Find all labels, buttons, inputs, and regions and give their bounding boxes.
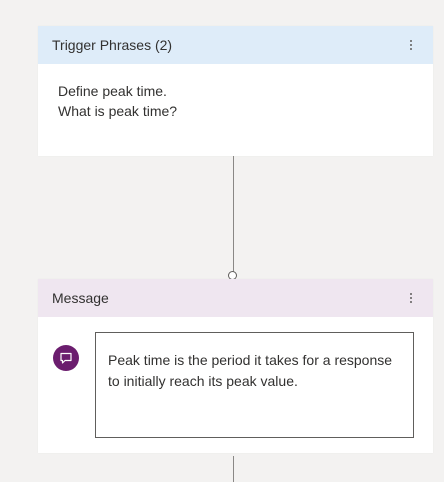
chat-bubble-icon <box>53 345 79 371</box>
connector-line <box>233 156 234 272</box>
message-text-box[interactable]: Peak time is the period it takes for a r… <box>95 332 414 438</box>
trigger-phrases-node[interactable]: Trigger Phrases (2) Define peak time. Wh… <box>38 26 433 156</box>
authoring-canvas: Trigger Phrases (2) Define peak time. Wh… <box>0 0 444 482</box>
trigger-phrase: What is peak time? <box>58 103 178 119</box>
message-title: Message <box>52 290 109 306</box>
message-body: Peak time is the period it takes for a r… <box>38 317 433 453</box>
message-header: Message <box>38 279 433 317</box>
more-options-icon[interactable] <box>403 35 419 55</box>
message-node[interactable]: Message Peak time is the period it takes… <box>38 279 433 453</box>
trigger-phrase: Define peak time. <box>58 83 167 99</box>
more-options-icon[interactable] <box>403 288 419 308</box>
trigger-phrases-list: Define peak time. What is peak time? <box>38 64 433 156</box>
trigger-phrases-header: Trigger Phrases (2) <box>38 26 433 64</box>
trigger-phrases-title: Trigger Phrases (2) <box>52 37 173 53</box>
connector-line <box>233 456 234 482</box>
